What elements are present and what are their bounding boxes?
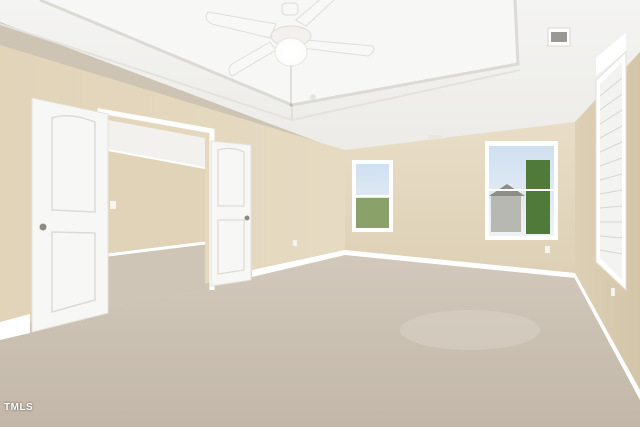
left-door[interactable]: [31, 97, 109, 333]
door-icon[interactable]: [210, 140, 252, 287]
watermark-logo: TMLS: [4, 402, 34, 413]
closet-door-knob[interactable]: [244, 215, 250, 221]
back-window-small-trees: [356, 198, 389, 228]
floor-light-patch: [400, 310, 540, 350]
smoke-detector: [428, 135, 442, 139]
recessed-light: [310, 94, 316, 100]
outlet: [611, 288, 615, 296]
outlet: [545, 246, 550, 253]
back-window-large-house: [491, 194, 521, 232]
window-icon[interactable]: [595, 32, 627, 292]
right-window-blinds: [600, 62, 622, 280]
window-icon[interactable]: [352, 160, 393, 232]
left-door-knob[interactable]: [39, 223, 47, 231]
bedroom-photo: [0, 0, 640, 427]
door-icon[interactable]: [31, 97, 109, 333]
closet-door[interactable]: [210, 140, 252, 287]
back-window-large-tree: [526, 160, 550, 234]
light-switch: [110, 201, 116, 209]
air-vent-icon: [547, 27, 571, 47]
outlet: [293, 240, 297, 246]
window-icon[interactable]: [485, 141, 558, 240]
